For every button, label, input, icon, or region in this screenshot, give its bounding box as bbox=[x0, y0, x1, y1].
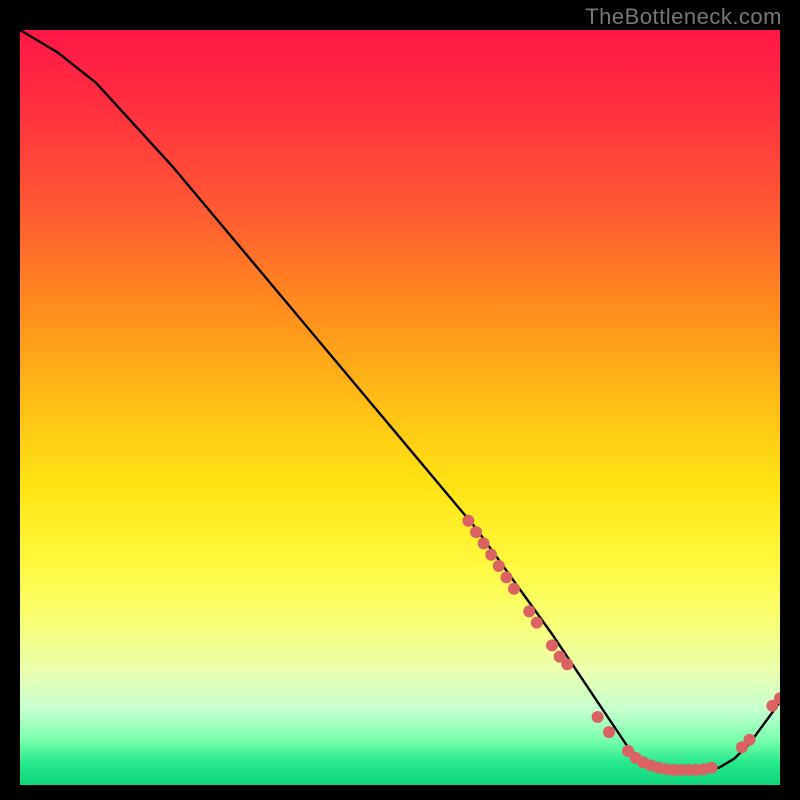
watermark-text: TheBottleneck.com bbox=[585, 4, 782, 30]
data-dot bbox=[744, 734, 756, 746]
data-dot bbox=[500, 571, 512, 583]
data-dot bbox=[470, 526, 482, 538]
data-dot bbox=[478, 537, 490, 549]
plot-area bbox=[20, 30, 780, 785]
chart-stage: TheBottleneck.com bbox=[0, 0, 800, 800]
data-dot bbox=[523, 605, 535, 617]
curve-svg bbox=[20, 30, 780, 785]
data-dot bbox=[561, 658, 573, 670]
data-dot bbox=[493, 560, 505, 572]
data-dot bbox=[508, 583, 520, 595]
data-dot bbox=[462, 515, 474, 527]
curve-path bbox=[20, 30, 780, 769]
data-dot bbox=[706, 762, 718, 774]
data-dot bbox=[592, 711, 604, 723]
data-dot bbox=[603, 726, 615, 738]
data-dot bbox=[546, 639, 558, 651]
data-dot bbox=[485, 549, 497, 561]
data-dot bbox=[531, 617, 543, 629]
